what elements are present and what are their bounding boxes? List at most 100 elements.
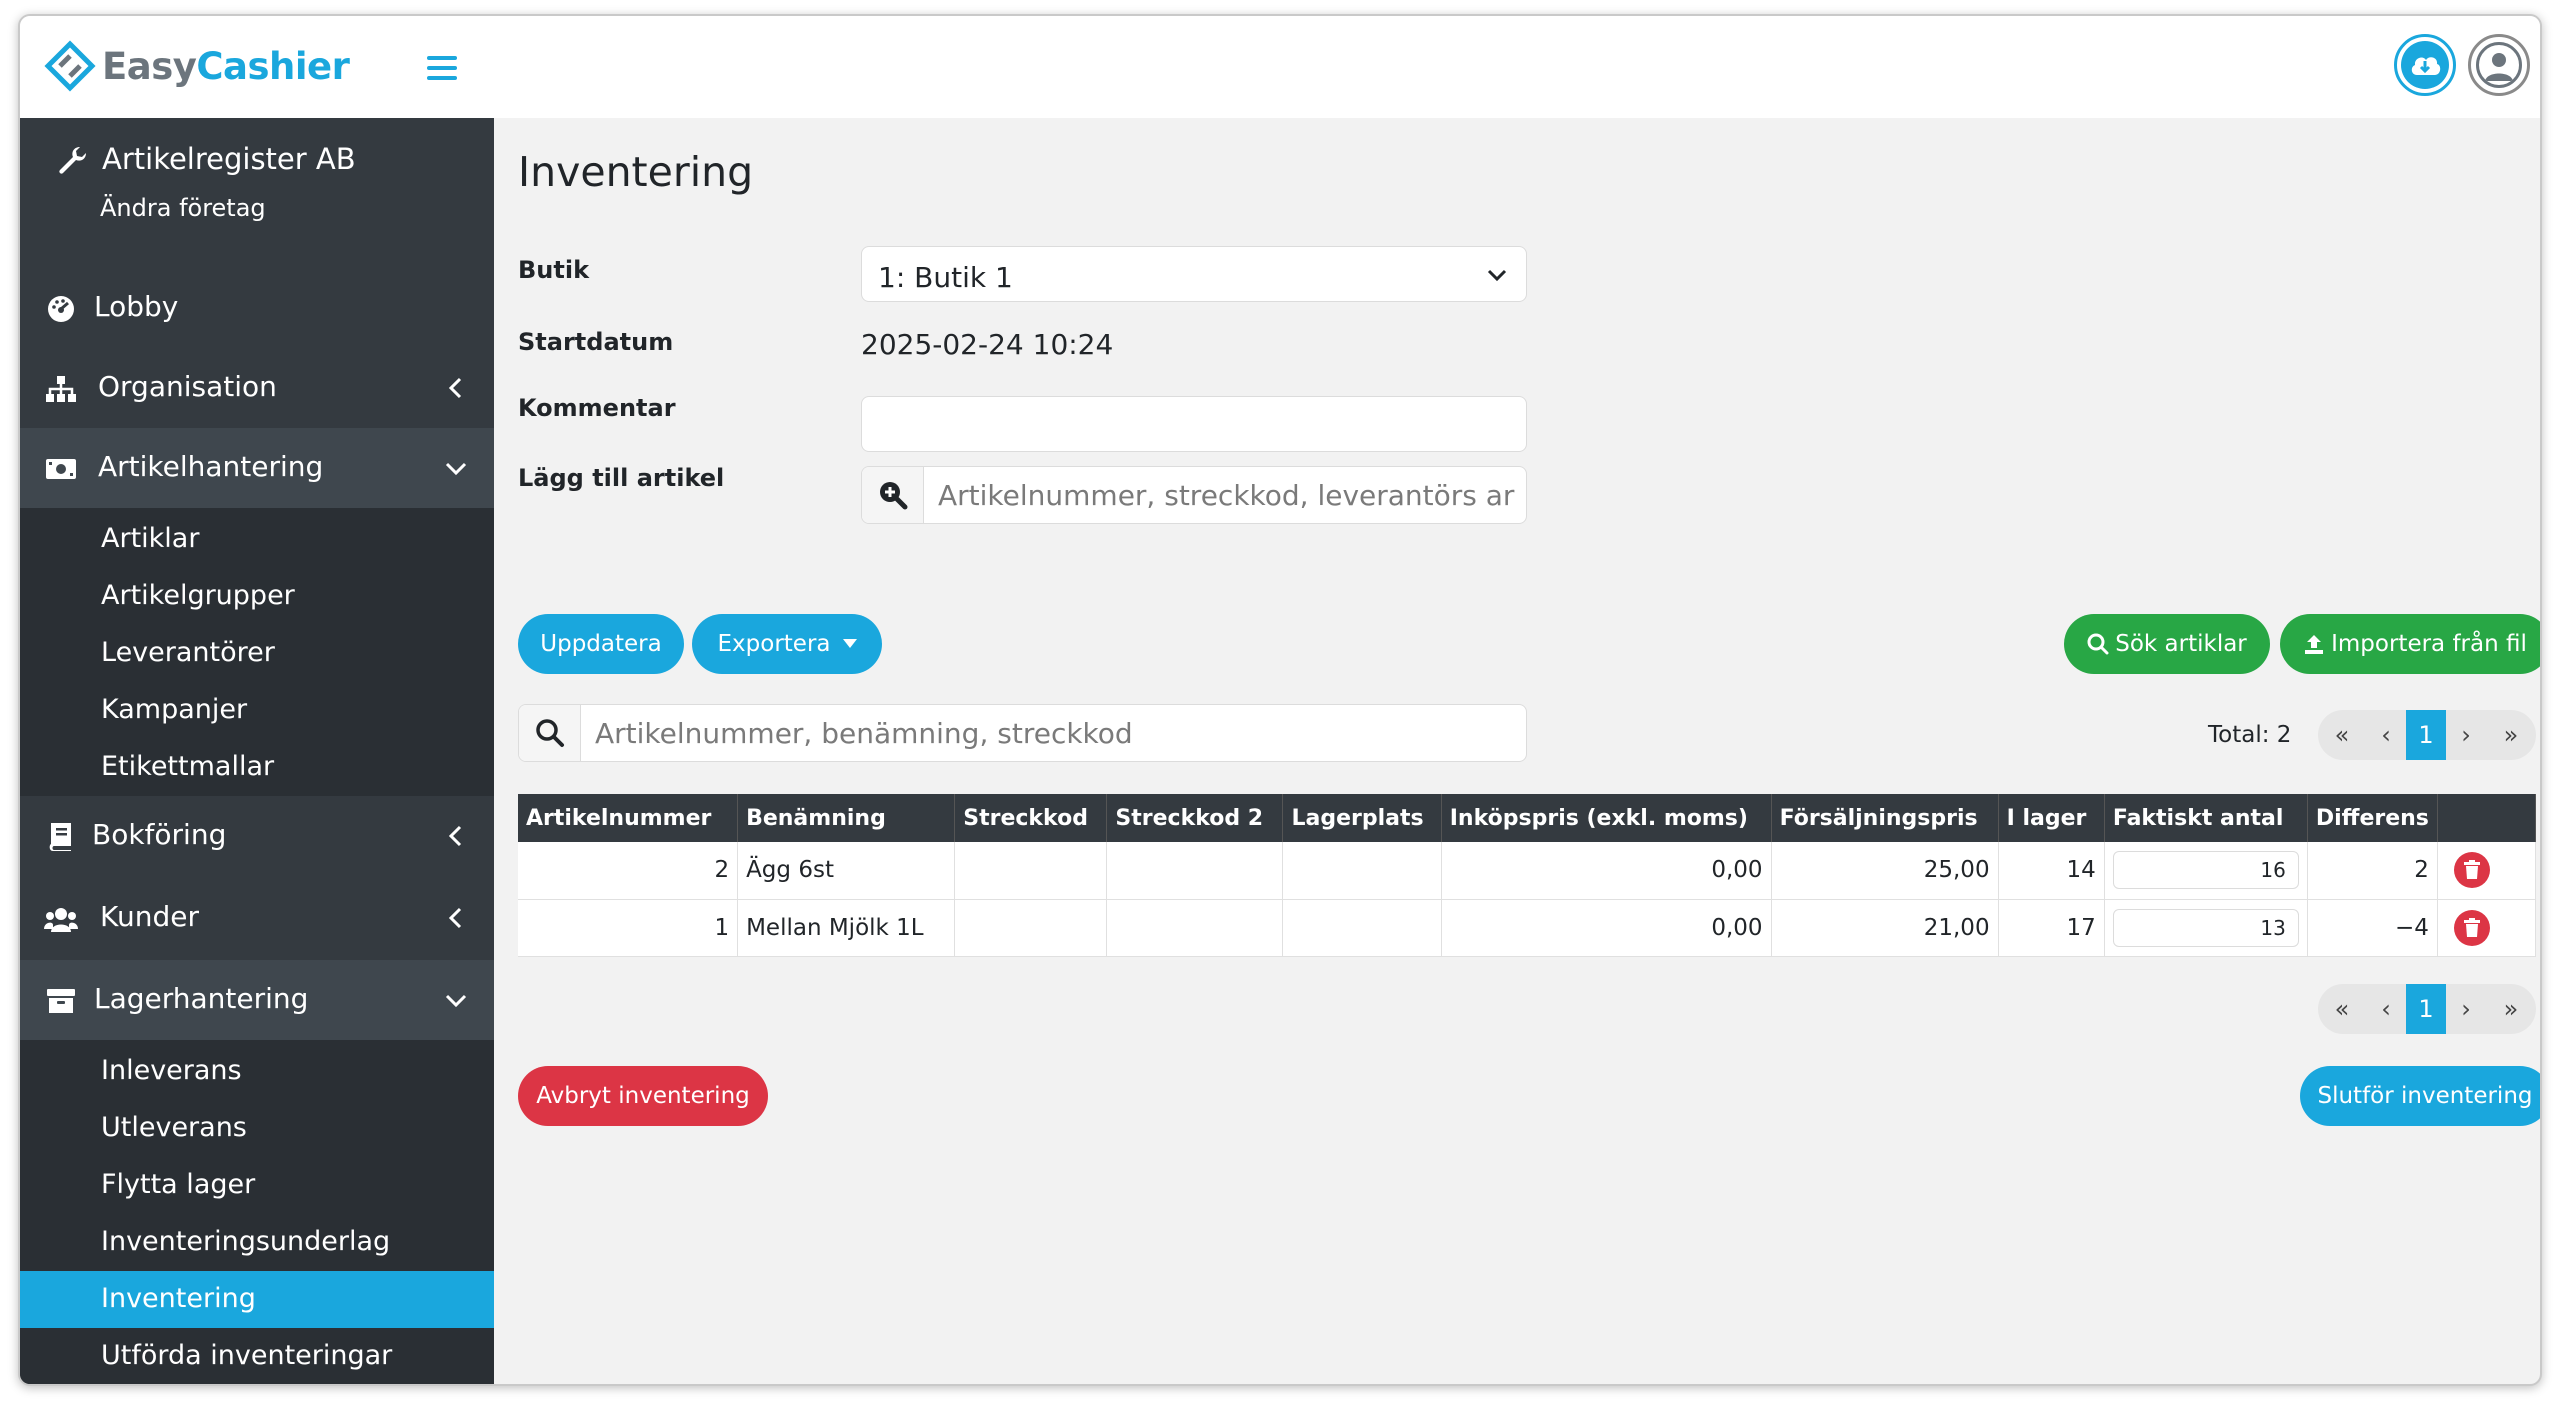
column-header[interactable]: Differens [2307,794,2438,842]
table-search-field [518,704,1527,762]
column-header[interactable]: Benämning [737,794,956,842]
cell-streckkod [954,899,1108,957]
column-header[interactable]: Artikelnummer [518,794,739,842]
cell-benamning: Ägg 6st [737,842,956,900]
user-menu-button[interactable] [2468,34,2530,96]
lagg-till-artikel-label: Lägg till artikel [518,464,725,492]
sidebar-subitem-flytta-lager[interactable]: Flytta lager [20,1157,494,1214]
sidebar-subitem-utforda-inventeringar[interactable]: Utförda inventeringar [20,1328,494,1384]
change-company-link[interactable]: Ändra företag [100,194,266,222]
importera-label: Importera från fil [2331,631,2527,657]
page-number[interactable]: 1 [2406,984,2446,1034]
sidebar-item-label: Bokföring [92,818,227,851]
last-page-icon[interactable]: » [2486,984,2536,1034]
sidebar-subitem-leverantorer[interactable]: Leverantörer [20,625,494,682]
pagination-top: « ‹ 1 › » [2318,710,2536,760]
sidebar: Artikelregister AB Ändra företag Lobby O… [20,118,494,1384]
cell-forsaljningspris: 25,00 [1771,842,1999,900]
cloud-download-button[interactable] [2394,34,2456,96]
hamburger-icon[interactable] [424,52,460,84]
money-bill-icon [44,452,78,486]
cell-inkopspris: 0,00 [1441,899,1772,957]
page-number[interactable]: 1 [2406,710,2446,760]
search-icon[interactable] [519,705,581,761]
artikelhantering-submenu: Artiklar Artikelgrupper Leverantörer Kam… [20,508,494,796]
sok-artiklar-label: Sök artiklar [2115,631,2247,657]
faktiskt-antal-input[interactable]: 13 [2112,908,2299,947]
cell-differens: 2 [2307,842,2438,900]
sok-artiklar-button[interactable]: Sök artiklar [2064,614,2270,674]
table-header-row: Artikelnummer Benämning Streckkod Streck… [518,794,2537,842]
cell-i-lager: 14 [1998,842,2105,900]
startdatum-label: Startdatum [518,328,674,356]
exportera-button[interactable]: Exportera [692,614,882,674]
column-header[interactable]: Streckkod 2 [1106,794,1284,842]
top-bar: EasyCashier [20,16,2540,118]
sidebar-subitem-inventering[interactable]: Inventering [20,1271,494,1328]
upload-icon [2305,635,2324,654]
sidebar-item-lagerhantering[interactable]: Lagerhantering [20,960,494,1040]
cell-i-lager: 17 [1998,899,2105,957]
sidebar-subitem-artikelgrupper[interactable]: Artikelgrupper [20,568,494,625]
sidebar-subitem-inleverans[interactable]: Inleverans [20,1043,494,1100]
cell-streckkod2 [1106,899,1284,957]
prev-page-icon[interactable]: ‹ [2366,710,2406,760]
trash-icon[interactable] [2453,852,2490,889]
sidebar-item-kunder[interactable]: Kunder [20,878,494,958]
sidebar-item-lobby[interactable]: Lobby [20,268,494,348]
sidebar-item-organisation[interactable]: Organisation [20,348,494,428]
column-header[interactable]: Försäljningspris [1771,794,1999,842]
caret-down-icon [842,639,857,648]
sidebar-item-bokforing[interactable]: Bokföring [20,796,494,876]
sidebar-subitem-etikettmallar[interactable]: Etikettmallar [20,739,494,796]
cell-lagerplats [1282,899,1442,957]
exportera-label: Exportera [717,631,831,657]
next-page-icon[interactable]: › [2446,710,2486,760]
column-header[interactable]: Inköpspris (exkl. moms) [1441,794,1772,842]
wrench-icon [56,144,90,182]
company-switcher[interactable]: Artikelregister AB Ändra företag [20,118,494,248]
table-search-input[interactable] [581,705,1526,761]
cell-benamning: Mellan Mjölk 1L [737,899,956,957]
search-plus-icon[interactable] [862,467,924,523]
logo-text-cashier: Cashier [196,44,350,88]
cell-inkopspris: 0,00 [1441,842,1772,900]
importera-button[interactable]: Importera från fil [2280,614,2540,674]
column-header[interactable]: I lager [1998,794,2105,842]
sidebar-subitem-utleverans[interactable]: Utleverans [20,1100,494,1157]
add-article-input[interactable] [924,467,1526,523]
uppdatera-button[interactable]: Uppdatera [518,614,684,674]
avbryt-inventering-button[interactable]: Avbryt inventering [518,1066,768,1126]
archive-icon [44,984,78,1018]
next-page-icon[interactable]: › [2446,984,2486,1034]
slutfor-inventering-button[interactable]: Slutför inventering [2300,1066,2540,1126]
logo[interactable]: EasyCashier [44,38,350,94]
butik-label: Butik [518,256,590,284]
chevron-down-icon [1487,269,1507,282]
main-content: Inventering Butik 1: Butik 1 Startdatum … [494,118,2540,1384]
sidebar-item-artikelhantering[interactable]: Artikelhantering [20,428,494,508]
kommentar-input[interactable] [861,396,1527,452]
trash-icon[interactable] [2453,909,2490,946]
first-page-icon[interactable]: « [2318,710,2366,760]
prev-page-icon[interactable]: ‹ [2366,984,2406,1034]
column-header [2437,794,2537,842]
last-page-icon[interactable]: » [2486,710,2536,760]
sidebar-subitem-artiklar[interactable]: Artiklar [20,511,494,568]
logo-icon [44,40,96,92]
sidebar-subitem-inventeringsunderlag[interactable]: Inventeringsunderlag [20,1214,494,1271]
butik-selected-value: 1: Butik 1 [878,261,1013,294]
first-page-icon[interactable]: « [2318,984,2366,1034]
butik-select[interactable]: 1: Butik 1 [861,246,1527,302]
column-header[interactable]: Lagerplats [1282,794,1442,842]
user-circle-icon [2476,42,2522,88]
lagerhantering-submenu: Inleverans Utleverans Flytta lager Inven… [20,1040,494,1384]
sidebar-subitem-kampanjer[interactable]: Kampanjer [20,682,494,739]
cell-artikelnummer: 1 [518,899,739,957]
cell-artikelnummer: 2 [518,842,739,900]
logo-text-easy: Easy [102,44,197,88]
column-header[interactable]: Streckkod [954,794,1108,842]
column-header[interactable]: Faktiskt antal [2104,794,2308,842]
faktiskt-antal-input[interactable]: 16 [2112,851,2299,890]
cell-differens: −4 [2307,899,2438,957]
